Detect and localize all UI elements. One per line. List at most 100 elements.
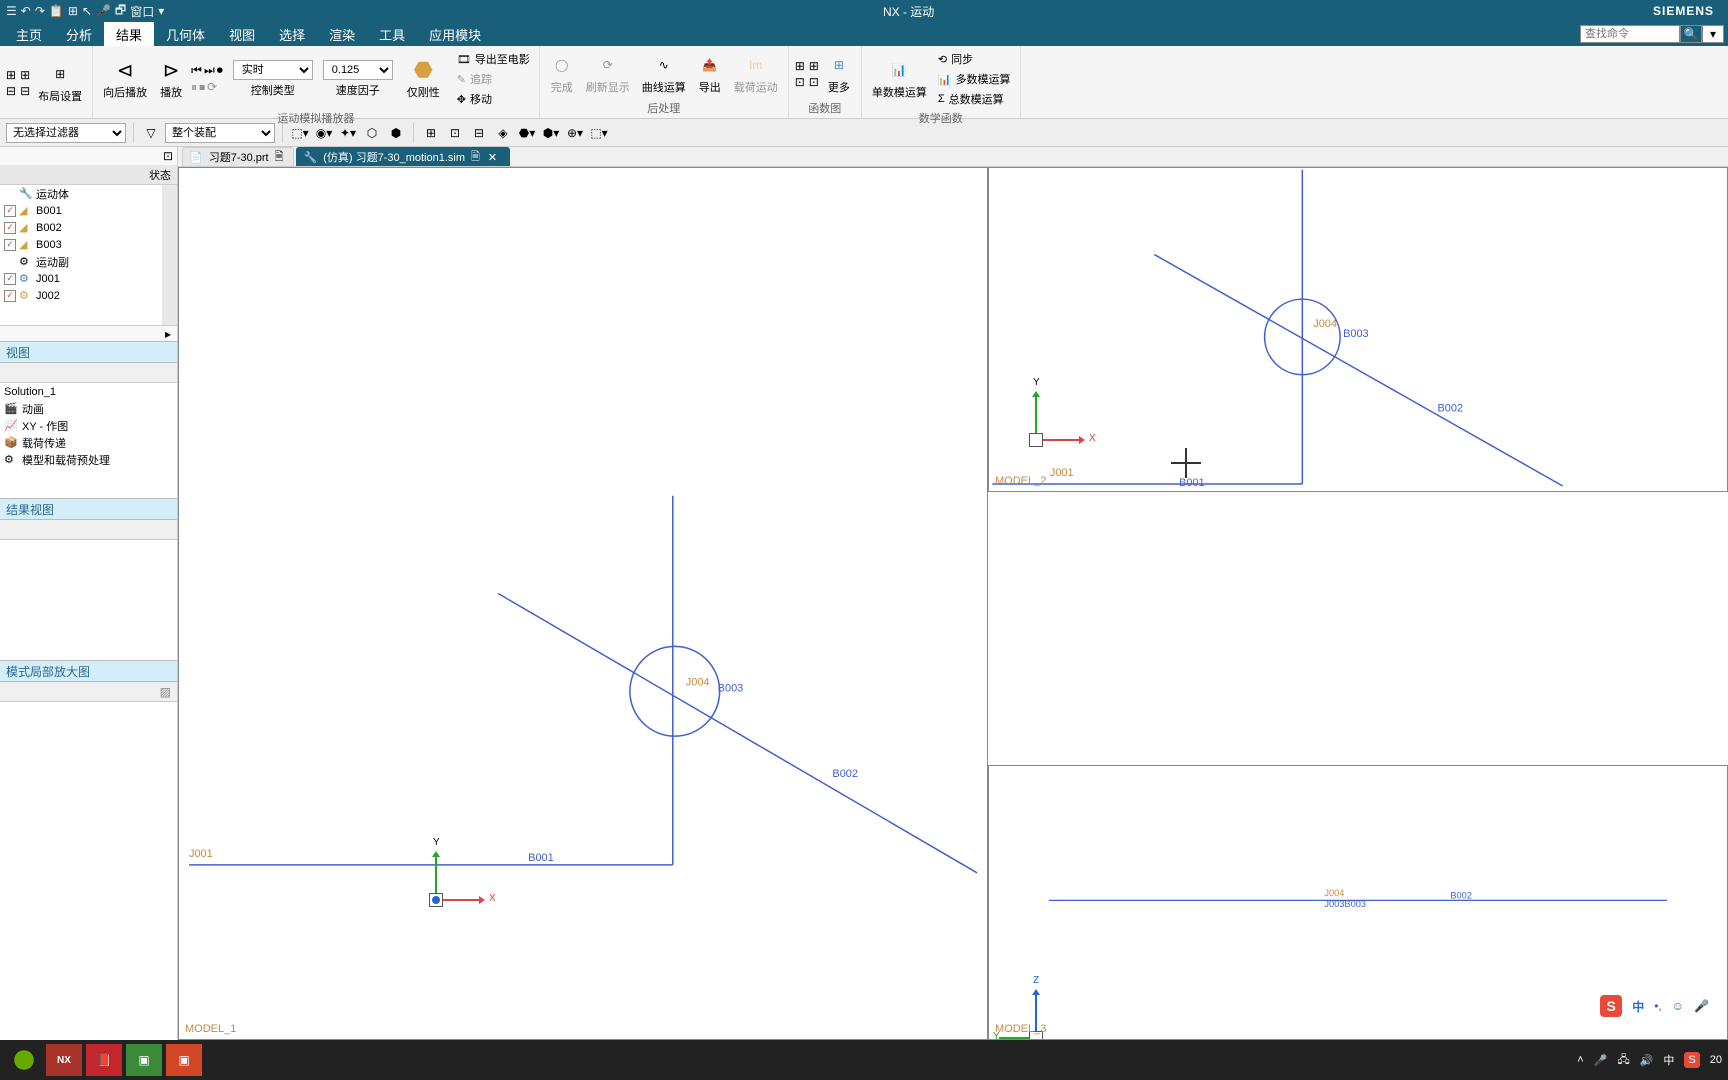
taskbar-nx[interactable]: NX: [46, 1044, 82, 1076]
dropdown-icon[interactable]: ▾: [158, 4, 164, 18]
list-item-anim[interactable]: 🎬动画: [0, 400, 177, 417]
zoom-icon[interactable]: ▨: [160, 685, 171, 699]
grid-icon[interactable]: ⊞: [68, 4, 78, 18]
checkbox[interactable]: [4, 290, 16, 302]
tool-icon-d[interactable]: ⬡: [362, 123, 382, 143]
func-icon2[interactable]: ⊡: [795, 75, 805, 89]
menu-geometry[interactable]: 几何体: [154, 22, 217, 46]
tool-icon-k[interactable]: ⬢▾: [541, 123, 561, 143]
func-icon4[interactable]: ⊡: [809, 75, 819, 89]
layout-grid3-icon[interactable]: ⊞: [20, 68, 30, 82]
tree-scroll-right-icon[interactable]: ▸: [0, 325, 177, 341]
layout-settings-button[interactable]: ⊞ 布局设置: [34, 60, 86, 106]
taskbar-acrobat[interactable]: 📕: [86, 1044, 122, 1076]
checkbox[interactable]: [4, 205, 16, 217]
menu-app[interactable]: 应用模块: [417, 22, 493, 46]
start-button[interactable]: [6, 1044, 42, 1076]
checkbox[interactable]: [4, 239, 16, 251]
tool-icon-a[interactable]: ⬚▾: [290, 123, 310, 143]
menu-results[interactable]: 结果: [104, 22, 154, 46]
func-icon1[interactable]: ⊞: [795, 59, 805, 73]
tree-item-b001[interactable]: ◢B001: [0, 202, 162, 219]
copy-icon[interactable]: 📋: [49, 4, 64, 18]
tree-item-j001[interactable]: ⚙J001: [0, 270, 162, 287]
tray-chevron-icon[interactable]: ˄: [1577, 1054, 1583, 1066]
command-search-input[interactable]: [1580, 25, 1680, 43]
search-dropdown[interactable]: ▾: [1702, 25, 1724, 43]
search-button[interactable]: 🔍: [1680, 25, 1702, 43]
rigid-only-button[interactable]: ⬣ 仅刚性: [403, 56, 444, 102]
tree-item-b003[interactable]: ◢B003: [0, 236, 162, 253]
total-calc-button[interactable]: Σ总数模运算: [935, 90, 1014, 108]
ime-punct-icon[interactable]: •,: [1654, 999, 1662, 1013]
menu-select[interactable]: 选择: [267, 22, 317, 46]
tray-ime-icon[interactable]: S: [1684, 1052, 1699, 1068]
more-button[interactable]: ⊞ 更多: [823, 51, 855, 97]
tool-icon-m[interactable]: ⬚▾: [589, 123, 609, 143]
menu-tools[interactable]: 工具: [367, 22, 417, 46]
ime-toolbar[interactable]: S 中 •, ☺ 🎤: [1592, 991, 1717, 1021]
step-forward-icon[interactable]: ⏭: [204, 63, 215, 78]
viewport-model-2[interactable]: J001 B001 B002 B003 J004 Y X MODEL_2: [988, 167, 1728, 492]
checkbox[interactable]: [4, 222, 16, 234]
tray-lang[interactable]: 中: [1663, 1052, 1674, 1068]
tree-item-b002[interactable]: ◢B002: [0, 219, 162, 236]
tray-time[interactable]: 20: [1710, 1054, 1722, 1066]
single-calc-button[interactable]: 📊 单数模运算: [868, 56, 931, 102]
assembly-combo[interactable]: 整个装配: [165, 123, 275, 143]
tab-prt[interactable]: 📄 习题7-30.prt 🗎: [182, 147, 294, 166]
export-movie-button[interactable]: 🎞导出至电影: [454, 50, 533, 68]
play-back-button[interactable]: ⊲ 向后播放: [99, 56, 151, 102]
tree-joints[interactable]: ⚙运动副: [0, 253, 162, 270]
window-menu[interactable]: 窗口: [130, 3, 154, 20]
tree-item-j002[interactable]: ⚙J002: [0, 287, 162, 304]
menu-render[interactable]: 渲染: [317, 22, 367, 46]
viewport-model-3[interactable]: J004 J003B003 B002 Z Y S 中 •, ☺ 🎤: [988, 765, 1728, 1040]
tool-icon-e[interactable]: ⬢: [386, 123, 406, 143]
record-icon[interactable]: ⏺: [217, 63, 223, 78]
undo-icon[interactable]: ↶: [21, 4, 31, 18]
tray-mic-icon[interactable]: 🎤: [1594, 1054, 1608, 1067]
tool-icon-l[interactable]: ⊕▾: [565, 123, 585, 143]
quick-access-toolbar[interactable]: ☰ ↶ ↷ 📋 ⊞ ↖ 🎤 🗗 窗口 ▾: [6, 1, 164, 22]
sync-button[interactable]: ⟲同步: [935, 50, 1014, 68]
menu-analysis[interactable]: 分析: [54, 22, 104, 46]
menu-view[interactable]: 视图: [217, 22, 267, 46]
export-button[interactable]: 📤 导出: [694, 51, 726, 97]
filter-icon[interactable]: ▽: [141, 123, 161, 143]
layout-grid4-icon[interactable]: ⊟: [20, 84, 30, 98]
tool-icon-b[interactable]: ◉▾: [314, 123, 334, 143]
system-tray[interactable]: ˄ 🎤 🖧 🔊 中 S 20: [1577, 1051, 1722, 1070]
tool-icon-j[interactable]: ⬣▾: [517, 123, 537, 143]
checkbox[interactable]: [4, 273, 16, 285]
viewport-model-1[interactable]: J001 B001 B002 B003 J004 Y X MODEL_1: [178, 167, 988, 1040]
list-item-xy[interactable]: 📈XY - 作图: [0, 417, 177, 434]
multi-calc-button[interactable]: 📊多数模运算: [935, 70, 1014, 88]
tool-icon-c[interactable]: ✦▾: [338, 123, 358, 143]
layout-grid1-icon[interactable]: ⊞: [6, 68, 16, 82]
ime-lang[interactable]: 中: [1632, 998, 1644, 1015]
solution-item[interactable]: Solution_1: [0, 383, 177, 400]
menu-home[interactable]: 主页: [4, 22, 54, 46]
tree-scrollbar[interactable]: [162, 185, 177, 325]
move-button[interactable]: ✥移动: [454, 90, 533, 108]
play-button[interactable]: ⊳ 播放: [155, 56, 187, 102]
ime-face-icon[interactable]: ☺: [1672, 999, 1684, 1013]
list-item-load[interactable]: 📦载荷传递: [0, 434, 177, 451]
ime-logo-icon[interactable]: S: [1600, 995, 1622, 1017]
menu-icon[interactable]: ☰: [6, 4, 17, 18]
control-type-select[interactable]: 实时: [233, 60, 313, 80]
taskbar-ppt[interactable]: ▣: [166, 1044, 202, 1076]
layout-grid2-icon[interactable]: ⊟: [6, 84, 16, 98]
speed-factor-select[interactable]: 0.125: [323, 60, 393, 80]
tray-network-icon[interactable]: 🖧: [1617, 1051, 1629, 1070]
tool-icon-h[interactable]: ⊟: [469, 123, 489, 143]
mic-icon[interactable]: 🎤: [96, 4, 111, 18]
panel-pin-icon[interactable]: ⊡: [163, 149, 173, 163]
filter-combo[interactable]: 无选择过滤器: [6, 123, 126, 143]
tray-volume-icon[interactable]: 🔊: [1640, 1054, 1654, 1067]
curve-calc-button[interactable]: ∿ 曲线运算: [638, 51, 690, 97]
tool-icon-i[interactable]: ◈: [493, 123, 513, 143]
tool-icon-f[interactable]: ⊞: [421, 123, 441, 143]
redo-icon[interactable]: ↷: [35, 4, 45, 18]
